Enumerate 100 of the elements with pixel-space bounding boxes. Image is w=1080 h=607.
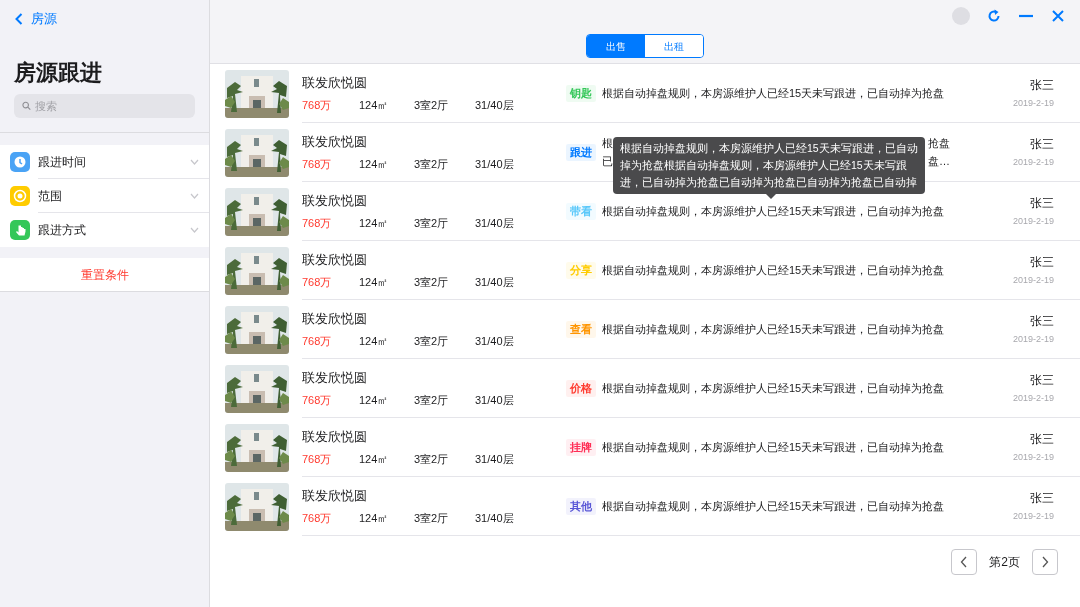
chevron-right-icon xyxy=(1041,556,1049,568)
date-text: 2019-2-19 xyxy=(1012,214,1054,228)
note-text: 根据自动掉盘规则，本房源维护人已经15天未写跟进，已自动掉为抢盘 xyxy=(602,380,946,396)
agent-name: 张三 xyxy=(1030,194,1054,212)
note-text: 已 xyxy=(602,154,613,169)
listing-title: 联发欣悦圆 xyxy=(302,73,368,92)
price-text: 768万 xyxy=(302,216,333,231)
floor-text: 31/40层 xyxy=(475,157,514,172)
listing-title: 联发欣悦圆 xyxy=(302,132,368,151)
layout-text: 3室2厅 xyxy=(414,157,450,172)
next-page-button[interactable] xyxy=(1032,549,1058,575)
date-text: 2019-2-19 xyxy=(1012,155,1054,169)
price-text: 768万 xyxy=(302,511,333,526)
area-text: 124㎡ xyxy=(359,157,390,172)
date-text: 2019-2-19 xyxy=(1012,96,1054,110)
listing-title: 联发欣悦圆 xyxy=(302,427,368,446)
note-text: 根据自动掉盘规则，本房源维护人已经15天未写跟进，已自动掉为抢盘 xyxy=(602,439,946,455)
chevron-left-icon xyxy=(960,556,969,568)
area-text: 124㎡ xyxy=(359,98,390,113)
filter-label: 跟进时间 xyxy=(38,153,87,171)
tag-label: 钥匙 xyxy=(566,84,596,102)
agent-name: 张三 xyxy=(1030,430,1054,448)
date-text: 2019-2-19 xyxy=(1012,332,1054,346)
floor-text: 31/40层 xyxy=(475,452,514,467)
listing-title: 联发欣悦圆 xyxy=(302,191,368,210)
note-text: 根据自动掉盘规则，本房源维护人已经15天未写跟进，已自动掉为抢盘 xyxy=(602,262,946,278)
filter-item[interactable]: 范围 xyxy=(0,179,209,213)
search-icon xyxy=(22,101,32,111)
segment-tab[interactable]: 出售 xyxy=(587,35,645,57)
listing-title: 联发欣悦圆 xyxy=(302,250,368,269)
note-text: 根据自动掉盘规则，本房源维护人已经15天未写跟进，已自动掉为抢盘 xyxy=(602,321,946,337)
tag-label: 跟进 xyxy=(566,143,596,161)
price-text: 768万 xyxy=(302,393,333,408)
refresh-icon[interactable] xyxy=(986,8,1002,24)
filter-item[interactable]: 跟进方式 xyxy=(0,213,209,247)
price-text: 768万 xyxy=(302,275,333,290)
page-label: 第2页 xyxy=(989,554,1020,571)
tag-label: 挂牌 xyxy=(566,438,596,456)
note-text: 根据自动掉盘规则，本房源维护人已经15天未写跟进，已自动掉为抢盘 xyxy=(602,498,946,514)
tag-label: 其他 xyxy=(566,497,596,515)
note-text: 盘… xyxy=(928,154,950,169)
note-text: 根据自动掉盘规则，本房源维护人已经15天未写跟进，已自动掉为抢盘 xyxy=(602,203,946,219)
listing-title: 联发欣悦圆 xyxy=(302,309,368,328)
layout-text: 3室2厅 xyxy=(414,452,450,467)
price-text: 768万 xyxy=(302,98,333,113)
tag-label: 带看 xyxy=(566,202,596,220)
search-field[interactable]: 搜索 xyxy=(14,94,195,118)
segment-tab[interactable]: 出租 xyxy=(645,35,703,57)
floor-text: 31/40层 xyxy=(475,216,514,231)
area-text: 124㎡ xyxy=(359,216,390,231)
floor-text: 31/40层 xyxy=(475,393,514,408)
filter-label: 跟进方式 xyxy=(38,222,87,239)
area-text: 124㎡ xyxy=(359,511,390,526)
layout-text: 3室2厅 xyxy=(414,275,450,290)
agent-name: 张三 xyxy=(1030,76,1054,94)
date-text: 2019-2-19 xyxy=(1012,450,1054,464)
filter-label: 范围 xyxy=(38,187,63,205)
date-text: 2019-2-19 xyxy=(1012,391,1054,405)
floor-text: 31/40层 xyxy=(475,511,514,526)
listing-title: 联发欣悦圆 xyxy=(302,368,368,387)
hand-icon xyxy=(10,220,30,240)
tooltip-arrow xyxy=(766,194,776,199)
floor-text: 31/40层 xyxy=(475,334,514,349)
back-button[interactable]: 房源 xyxy=(0,0,209,30)
floor-text: 31/40层 xyxy=(475,275,514,290)
tag-label: 分享 xyxy=(566,261,596,279)
agent-name: 张三 xyxy=(1030,253,1054,271)
back-icon xyxy=(15,13,23,25)
listing-title: 联发欣悦圆 xyxy=(302,486,368,505)
page-title: 房源跟进 xyxy=(13,59,103,87)
agent-name: 张三 xyxy=(1030,371,1054,389)
layout-text: 3室2厅 xyxy=(414,393,450,408)
area-text: 124㎡ xyxy=(359,393,390,408)
tag-label: 查看 xyxy=(566,320,596,338)
layout-text: 3室2厅 xyxy=(414,98,450,113)
chevron-icon xyxy=(190,192,199,199)
clock-icon xyxy=(10,152,30,172)
agent-name: 张三 xyxy=(1030,489,1054,507)
price-text: 768万 xyxy=(302,452,333,467)
chevron-icon xyxy=(190,158,199,165)
area-text: 124㎡ xyxy=(359,334,390,349)
agent-name: 张三 xyxy=(1030,312,1054,330)
filter-item[interactable]: 跟进时间 xyxy=(0,145,209,179)
chevron-icon xyxy=(190,227,199,233)
date-text: 2019-2-19 xyxy=(1012,509,1054,523)
reset-button[interactable]: 重置条件 xyxy=(80,265,129,284)
layout-text: 3室2厅 xyxy=(414,511,450,526)
target-icon xyxy=(10,186,30,206)
note-text: 根据自动掉盘规则，本房源维护人已经15天未写跟进，已自动掉为抢盘 xyxy=(602,85,946,101)
price-text: 768万 xyxy=(302,334,333,349)
tag-label: 价格 xyxy=(566,379,596,397)
previous-page-button[interactable] xyxy=(951,549,978,575)
close-icon[interactable] xyxy=(1050,8,1066,24)
area-text: 124㎡ xyxy=(359,452,390,467)
layout-text: 3室2厅 xyxy=(414,334,450,349)
area-text: 124㎡ xyxy=(359,275,390,290)
date-text: 2019-2-19 xyxy=(1012,273,1054,287)
note-text: 根 xyxy=(602,136,613,151)
layout-text: 3室2厅 xyxy=(414,216,450,231)
search-input[interactable]: 搜索 xyxy=(35,97,187,115)
